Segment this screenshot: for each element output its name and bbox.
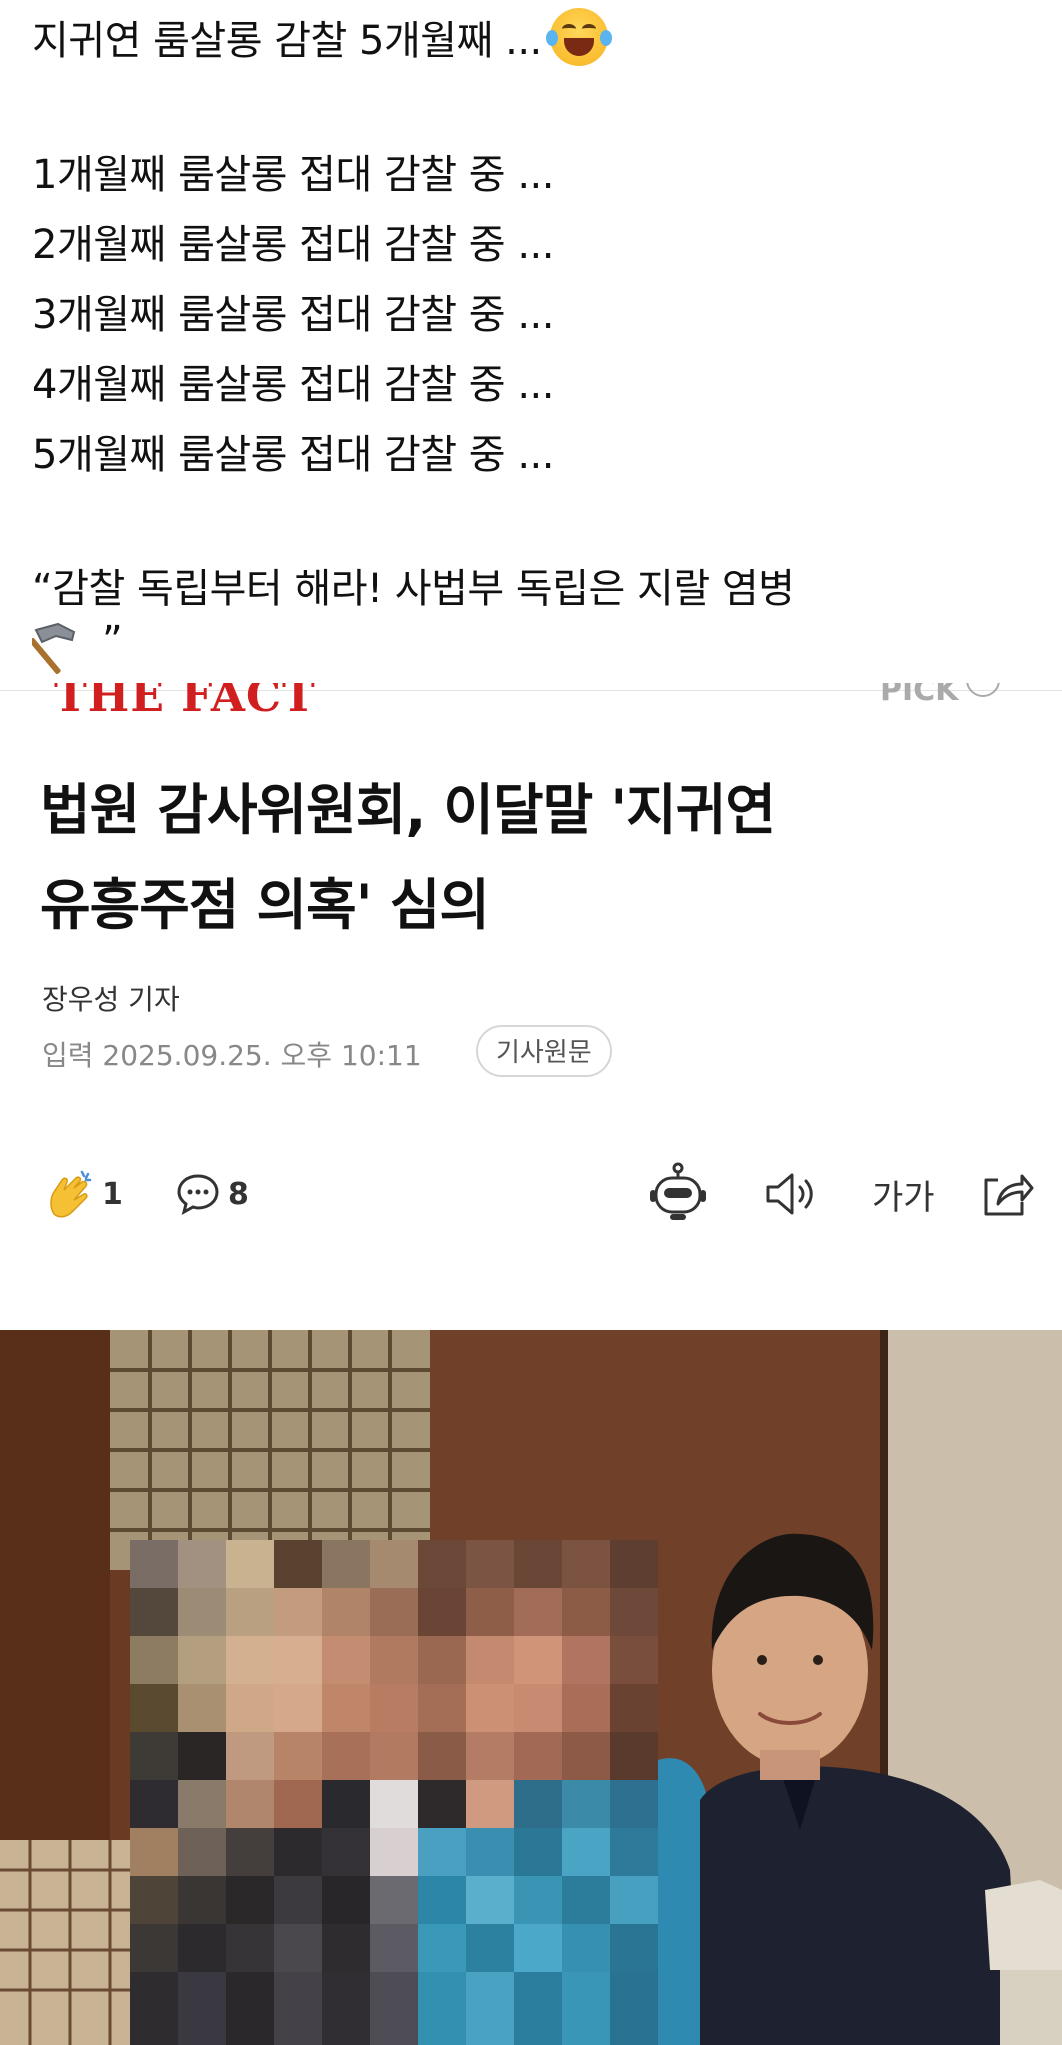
post-line: 3개월째 룸살롱 접대 감찰 중 ... bbox=[32, 292, 554, 338]
article-headline-line: 법원 감사위원회, 이달말 '지귀연 bbox=[40, 778, 776, 842]
clap-icon bbox=[50, 1170, 92, 1218]
info-icon bbox=[966, 683, 1001, 697]
share-button[interactable] bbox=[978, 1164, 1034, 1224]
post-title: 지귀연 룸살롱 감찰 5개월째 ... bbox=[32, 18, 542, 64]
like-button[interactable]: 1 bbox=[44, 1164, 123, 1224]
article-date: 입력 2025.09.25. 오후 10:11 bbox=[42, 1039, 422, 1072]
share-icon bbox=[984, 1174, 1034, 1216]
comment-count: 8 bbox=[228, 1176, 249, 1212]
quote-close-mark: ” bbox=[102, 618, 123, 664]
post-body: 지귀연 룸살롱 감찰 5개월째 ... 1개월째 룸살롱 접대 감찰 중 ...… bbox=[0, 0, 1062, 690]
original-article-button[interactable]: 기사원문 bbox=[476, 1025, 612, 1077]
comment-button[interactable]: 8 bbox=[174, 1164, 249, 1224]
pick-badge[interactable]: PICK bbox=[880, 683, 1040, 713]
post-line: 5개월째 룸살롱 접대 감찰 중 ... bbox=[32, 432, 554, 478]
font-size-label: 가가 bbox=[872, 1177, 935, 1218]
post-title-line: 지귀연 룸살롱 감찰 5개월째 ... bbox=[32, 8, 612, 66]
reporter-name[interactable]: 장우성 기자 bbox=[42, 978, 180, 1018]
tts-button[interactable] bbox=[762, 1164, 820, 1224]
robot-icon bbox=[650, 1162, 706, 1220]
laughing-tears-icon bbox=[545, 8, 612, 66]
like-count: 1 bbox=[102, 1176, 123, 1212]
pick-label: PICK bbox=[880, 683, 959, 708]
comment-icon bbox=[177, 1174, 219, 1215]
hammer-icon bbox=[32, 622, 76, 674]
speaker-icon bbox=[766, 1173, 813, 1215]
article-headline-line: 유흥주점 의혹' 심의 bbox=[40, 873, 490, 937]
article-photo bbox=[0, 1330, 1062, 2045]
source-logo[interactable]: THE FACT bbox=[54, 683, 374, 721]
font-size-button[interactable]: 가가 bbox=[872, 1164, 935, 1224]
post-line: 2개월째 룸살롱 접대 감찰 중 ... bbox=[32, 222, 554, 268]
source-logo-text: THE FACT bbox=[54, 683, 316, 721]
post-quote: “감찰 독립부터 해라! 사법부 독립은 지랄 염병 bbox=[32, 566, 795, 612]
ai-summary-button[interactable] bbox=[646, 1162, 710, 1224]
post-line: 4개월째 룸살롱 접대 감찰 중 ... bbox=[32, 362, 554, 408]
post-line: 1개월째 룸살롱 접대 감찰 중 ... bbox=[32, 152, 554, 198]
